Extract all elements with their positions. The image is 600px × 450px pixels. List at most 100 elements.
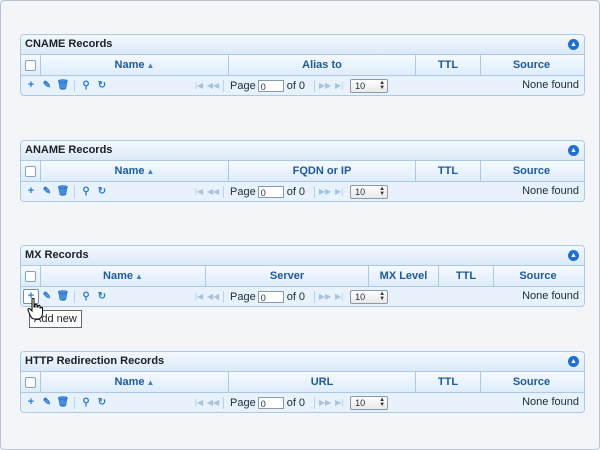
page-count-label: of 0 <box>286 185 306 198</box>
last-page-icon[interactable]: ▶| <box>332 81 346 90</box>
column-header-server[interactable]: Server <box>206 266 369 286</box>
page-number-input[interactable]: 0 <box>257 185 284 198</box>
page-number-input[interactable]: 0 <box>257 396 284 409</box>
plus-icon[interactable]: + <box>23 393 39 412</box>
toolbar-divider <box>223 290 224 303</box>
grid-header: Name ▲ Alias to TTL Source <box>21 55 584 76</box>
status-text: None found <box>522 396 579 408</box>
column-header-ttl[interactable]: TTL <box>439 266 494 286</box>
plus-icon[interactable]: + <box>23 76 39 95</box>
page-size-select[interactable]: 10 ▲ ▼ <box>350 78 389 93</box>
refresh-icon[interactable]: ↻ <box>94 182 110 201</box>
pencil-icon[interactable]: ✎ <box>39 393 55 412</box>
select-all-checkbox[interactable] <box>25 377 36 388</box>
trash-icon[interactable]: 🗑 <box>55 287 71 306</box>
first-page-icon[interactable]: |◀ <box>192 398 206 407</box>
column-header-name[interactable]: Name ▲ <box>41 161 229 181</box>
grid-toolbar: + ✎ 🗑 ⚲ ↻ |◀ ◀◀ Page 0 of 0 ▶▶ ▶| 10 ▲ ▼ N… <box>21 182 584 201</box>
next-page-icon[interactable]: ▶▶ <box>318 398 332 407</box>
page-size-select[interactable]: 10 ▲ ▼ <box>350 395 389 410</box>
previous-page-icon[interactable]: ◀◀ <box>206 292 220 301</box>
column-header-mx-level[interactable]: MX Level <box>369 266 439 286</box>
panel-title-text: HTTP Redirection Records <box>25 355 165 367</box>
chevron-up-icon[interactable]: ▲ <box>568 356 579 367</box>
column-header-name[interactable]: Name ▲ <box>41 55 229 75</box>
status-text: None found <box>522 79 579 91</box>
refresh-icon[interactable]: ↻ <box>94 393 110 412</box>
panel-title: MX Records ▲ <box>21 246 584 266</box>
magnifier-icon[interactable]: ⚲ <box>78 182 94 201</box>
grid-header: Name ▲ Server MX Level TTL Source <box>21 266 584 287</box>
toolbar-divider <box>223 185 224 198</box>
aname-records-panel: ANAME Records ▲ Name ▲ FQDN or IP TTL Sou… <box>20 140 585 202</box>
next-page-icon[interactable]: ▶▶ <box>318 81 332 90</box>
pencil-icon[interactable]: ✎ <box>39 182 55 201</box>
sort-asc-icon: ▲ <box>146 167 155 176</box>
column-header-ttl[interactable]: TTL <box>416 161 481 181</box>
chevron-up-icon[interactable]: ▲ <box>568 39 579 50</box>
pencil-icon[interactable]: ✎ <box>39 76 55 95</box>
grid-header: Name ▲ FQDN or IP TTL Source <box>21 161 584 182</box>
first-page-icon[interactable]: |◀ <box>192 81 206 90</box>
grid-toolbar: + ✎ 🗑 ⚲ ↻ |◀ ◀◀ Page 0 of 0 ▶▶ ▶| 10 ▲ ▼ N… <box>21 76 584 95</box>
toolbar-divider <box>223 79 224 92</box>
toolbar-divider <box>314 290 316 303</box>
previous-page-icon[interactable]: ◀◀ <box>206 187 220 196</box>
trash-icon[interactable]: 🗑 <box>55 76 71 95</box>
page-size-select[interactable]: 10 ▲ ▼ <box>350 184 389 199</box>
sort-asc-icon: ▲ <box>135 272 143 281</box>
column-header-source[interactable]: Source <box>481 55 582 75</box>
column-header-source[interactable]: Source <box>481 372 582 392</box>
column-header-url[interactable]: URL <box>229 372 416 392</box>
page-label: Page <box>230 290 256 303</box>
last-page-icon[interactable]: ▶| <box>332 292 346 301</box>
panel-title-text: ANAME Records <box>25 144 113 156</box>
chevron-up-icon[interactable]: ▲ <box>568 250 579 261</box>
plus-icon[interactable]: + <box>23 182 39 201</box>
next-page-icon[interactable]: ▶▶ <box>318 292 332 301</box>
column-header-source[interactable]: Source <box>494 266 582 286</box>
select-all-checkbox[interactable] <box>25 271 36 282</box>
select-all-checkbox[interactable] <box>25 60 36 71</box>
column-header-alias[interactable]: Alias to <box>229 55 416 75</box>
panel-title-text: MX Records <box>25 249 89 261</box>
next-page-icon[interactable]: ▶▶ <box>318 187 332 196</box>
select-all-column <box>21 266 41 286</box>
select-all-column <box>21 161 41 181</box>
page-number-input[interactable]: 0 <box>257 79 284 92</box>
refresh-icon[interactable]: ↻ <box>94 287 110 306</box>
sort-asc-icon: ▲ <box>146 61 155 70</box>
toolbar-divider <box>74 185 75 198</box>
column-header-name[interactable]: Name ▲ <box>41 372 229 392</box>
column-header-ttl[interactable]: TTL <box>416 55 481 75</box>
toolbar-divider <box>314 396 316 409</box>
trash-icon[interactable]: 🗑 <box>55 182 71 201</box>
previous-page-icon[interactable]: ◀◀ <box>206 81 220 90</box>
last-page-icon[interactable]: ▶| <box>332 398 346 407</box>
select-all-checkbox[interactable] <box>25 166 36 177</box>
toolbar-divider <box>74 79 75 92</box>
toolbar-divider <box>314 185 316 198</box>
hand-cursor-icon <box>27 298 43 320</box>
magnifier-icon[interactable]: ⚲ <box>78 287 94 306</box>
first-page-icon[interactable]: |◀ <box>192 187 206 196</box>
chevron-up-icon[interactable]: ▲ <box>568 145 579 156</box>
refresh-icon[interactable]: ↻ <box>94 76 110 95</box>
magnifier-icon[interactable]: ⚲ <box>78 76 94 95</box>
page-number-input[interactable]: 0 <box>257 290 284 303</box>
toolbar-divider <box>74 290 75 303</box>
trash-icon[interactable]: 🗑 <box>55 393 71 412</box>
page-size-select[interactable]: 10 ▲ ▼ <box>350 289 389 304</box>
column-header-fqdn[interactable]: FQDN or IP <box>229 161 416 181</box>
magnifier-icon[interactable]: ⚲ <box>78 393 94 412</box>
column-header-name[interactable]: Name ▲ <box>41 266 206 286</box>
column-header-ttl[interactable]: TTL <box>416 372 481 392</box>
previous-page-icon[interactable]: ◀◀ <box>206 398 220 407</box>
select-all-column <box>21 55 41 75</box>
panel-title-text: CNAME Records <box>25 38 113 50</box>
first-page-icon[interactable]: |◀ <box>192 292 206 301</box>
status-text: None found <box>522 185 579 197</box>
last-page-icon[interactable]: ▶| <box>332 187 346 196</box>
toolbar-divider <box>74 396 75 409</box>
column-header-source[interactable]: Source <box>481 161 582 181</box>
